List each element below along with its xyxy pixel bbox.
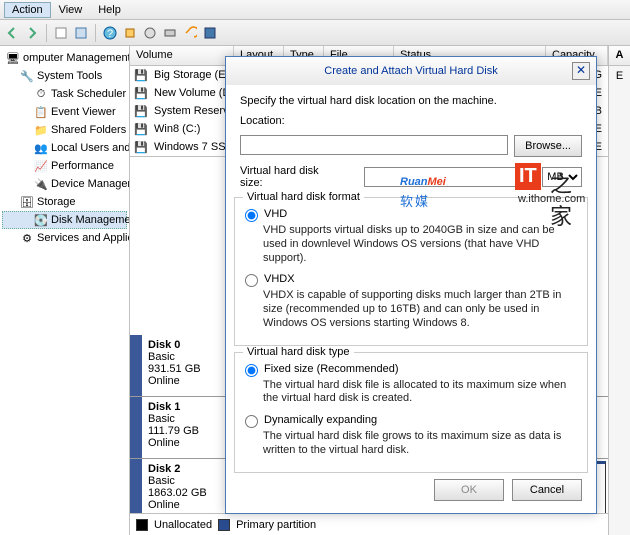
tools-icon: 🔧 — [20, 69, 34, 83]
folder-icon: 📁 — [34, 123, 48, 137]
tree-task-scheduler[interactable]: ⏱Task Scheduler — [2, 85, 127, 103]
actions-pane: A E — [608, 46, 630, 535]
undo-icon[interactable] — [182, 25, 198, 41]
browse-button[interactable]: Browse... — [514, 135, 582, 157]
drive-icon: 💾 — [134, 122, 148, 136]
legend: Unallocated Primary partition — [130, 513, 608, 535]
menu-action[interactable]: Action — [4, 2, 51, 18]
tree-services[interactable]: ⚙Services and Applications — [2, 229, 127, 247]
tree-shared-folders[interactable]: 📁Shared Folders — [2, 121, 127, 139]
legend-unallocated-swatch — [136, 519, 148, 531]
type-legend: Virtual hard disk type — [243, 346, 354, 358]
tree-event-viewer[interactable]: 📋Event Viewer — [2, 103, 127, 121]
close-button[interactable]: ✕ — [572, 62, 590, 80]
drive-icon: 💾 — [134, 86, 148, 100]
disk-label: Disk 2 Basic 1863.02 GB Online — [142, 459, 232, 513]
legend-unallocated-label: Unallocated — [154, 519, 212, 531]
forward-icon[interactable] — [24, 25, 40, 41]
disk-color-bar — [130, 397, 142, 458]
save-icon[interactable] — [202, 25, 218, 41]
tree-storage[interactable]: 🗄Storage — [2, 193, 127, 211]
create-vhd-dialog: Create and Attach Virtual Hard Disk ✕ Sp… — [225, 56, 597, 514]
ok-button[interactable]: OK — [434, 479, 504, 501]
radio-dynamic[interactable]: Dynamically expanding — [245, 414, 577, 428]
radio-fixed[interactable]: Fixed size (Recommended) — [245, 363, 577, 377]
format-legend: Virtual hard disk format — [243, 191, 364, 203]
location-input[interactable] — [240, 135, 508, 155]
disk-color-bar — [130, 459, 142, 513]
legend-primary-swatch — [218, 519, 230, 531]
actions-collapsed[interactable]: E — [609, 66, 630, 86]
help-icon[interactable]: ? — [102, 25, 118, 41]
properties-icon[interactable] — [53, 25, 69, 41]
size-label: Virtual hard disk size: — [240, 165, 344, 189]
back-icon[interactable] — [4, 25, 20, 41]
vhd-desc: VHD supports virtual disks up to 2040GB … — [263, 224, 577, 265]
device-icon: 🔌 — [34, 177, 48, 191]
menu-help[interactable]: Help — [90, 2, 129, 18]
disk-label: Disk 1 Basic 111.79 GB Online — [142, 397, 232, 458]
disk-label: Disk 0 Basic 931.51 GB Online — [142, 335, 232, 396]
svg-text:?: ? — [107, 28, 113, 40]
tree-local-users[interactable]: 👥Local Users and Groups — [2, 139, 127, 157]
tree-device-manager[interactable]: 🔌Device Manager — [2, 175, 127, 193]
drive-icon: 💾 — [134, 104, 148, 118]
tree-disk-management[interactable]: 💽Disk Management — [2, 211, 127, 229]
nav-tree: 🖥omputer Management (Local 🔧System Tools… — [0, 46, 130, 535]
services-icon: ⚙ — [20, 231, 34, 245]
menu-view[interactable]: View — [51, 2, 91, 18]
perf-icon: 📈 — [34, 159, 48, 173]
menubar: Action View Help — [0, 0, 630, 20]
drive-icon: 💾 — [134, 68, 148, 82]
location-label: Location: — [240, 115, 582, 127]
size-unit-select[interactable]: MB — [542, 167, 582, 187]
col-volume[interactable]: Volume — [130, 46, 234, 65]
size-input[interactable] — [364, 167, 533, 187]
vhdx-desc: VHDX is capable of supporting disks much… — [263, 289, 577, 330]
radio-vhdx[interactable]: VHDX — [245, 273, 577, 287]
dialog-title: Create and Attach Virtual Hard Disk ✕ — [226, 57, 596, 85]
drive-icon: 💾 — [134, 140, 148, 154]
radio-vhd[interactable]: VHD — [245, 208, 577, 222]
actions-header: A — [609, 46, 630, 66]
computer-icon: 🖥 — [6, 51, 20, 65]
tool-icon[interactable] — [122, 25, 138, 41]
legend-primary-label: Primary partition — [236, 519, 316, 531]
clock-icon: ⏱ — [34, 87, 48, 101]
disk-icon[interactable] — [162, 25, 178, 41]
toolbar: ? — [0, 20, 630, 46]
tree-performance[interactable]: 📈Performance — [2, 157, 127, 175]
event-icon: 📋 — [34, 105, 48, 119]
users-icon: 👥 — [34, 141, 48, 155]
fixed-desc: The virtual hard disk file is allocated … — [263, 379, 577, 407]
refresh-icon[interactable] — [73, 25, 89, 41]
disk-color-bar — [130, 335, 142, 396]
settings-icon[interactable] — [142, 25, 158, 41]
tree-root[interactable]: 🖥omputer Management (Local — [2, 49, 127, 67]
format-fieldset: Virtual hard disk format VHD VHD support… — [234, 197, 588, 346]
tree-system-tools[interactable]: 🔧System Tools — [2, 67, 127, 85]
dialog-intro: Specify the virtual hard disk location o… — [240, 95, 582, 107]
diskmgmt-icon: 💽 — [34, 213, 48, 227]
cancel-button[interactable]: Cancel — [512, 479, 582, 501]
type-fieldset: Virtual hard disk type Fixed size (Recom… — [234, 352, 588, 473]
dynamic-desc: The virtual hard disk file grows to its … — [263, 430, 577, 458]
storage-icon: 🗄 — [20, 195, 34, 209]
